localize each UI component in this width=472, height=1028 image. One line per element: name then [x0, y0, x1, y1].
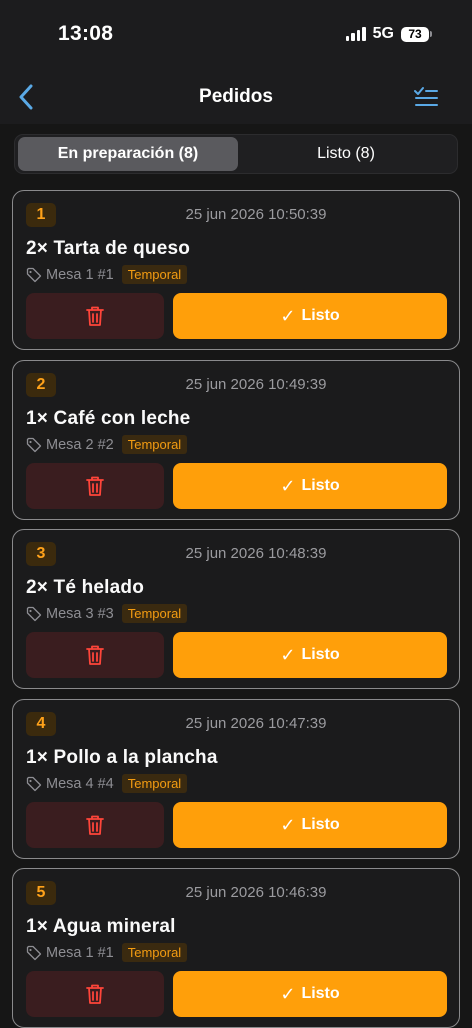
order-table: Mesa 2 #2: [46, 436, 114, 453]
order-card: 4 25 jun 2026 10:47:39 1× Pollo a la pla…: [12, 699, 460, 859]
checkmark-icon: ✓: [280, 475, 296, 496]
tag-icon: [26, 945, 42, 960]
status-bar: 13:08 5G 73: [0, 0, 472, 70]
mark-ready-button[interactable]: ✓ Listo: [173, 971, 447, 1017]
order-item: 2× Tarta de queso: [26, 238, 191, 259]
checklist-button[interactable]: [412, 83, 440, 111]
ready-button-label: Listo: [301, 646, 340, 663]
order-timestamp: 25 jun 2026 10:49:39: [185, 376, 327, 393]
order-card: 1 25 jun 2026 10:50:39 2× Tarta de queso…: [12, 190, 460, 350]
trash-icon: [86, 645, 104, 665]
checkmark-icon: ✓: [280, 983, 296, 1004]
order-meta: Mesa 1 #1 Temporal: [26, 943, 188, 962]
temporal-badge: Temporal: [121, 265, 188, 284]
order-card: 2 25 jun 2026 10:49:39 1× Café con leche…: [12, 360, 460, 520]
order-timestamp: 25 jun 2026 10:46:39: [185, 884, 327, 901]
network-type: 5G: [372, 25, 394, 42]
order-table: Mesa 3 #3: [46, 605, 114, 622]
mark-ready-button[interactable]: ✓ Listo: [173, 632, 447, 678]
checkmark-icon: ✓: [280, 305, 296, 326]
tag-icon: [26, 606, 42, 621]
checklist-icon: [414, 87, 438, 106]
delete-order-button[interactable]: [26, 463, 164, 509]
battery-icon: 73: [401, 26, 432, 42]
status-time: 13:08: [58, 22, 114, 45]
order-meta: Mesa 3 #3 Temporal: [26, 604, 188, 623]
checkmark-icon: ✓: [280, 814, 296, 835]
temporal-badge: Temporal: [121, 435, 188, 454]
order-item: 1× Agua mineral: [26, 916, 176, 937]
navigation-bar: Pedidos: [0, 70, 472, 124]
mark-ready-button[interactable]: ✓ Listo: [173, 802, 447, 848]
delete-order-button[interactable]: [26, 802, 164, 848]
trash-icon: [86, 476, 104, 496]
trash-icon: [86, 984, 104, 1004]
order-table: Mesa 4 #4: [46, 775, 114, 792]
trash-icon: [86, 815, 104, 835]
order-item: 1× Café con leche: [26, 408, 191, 429]
ready-button-label: Listo: [301, 985, 340, 1002]
temporal-badge: Temporal: [121, 774, 188, 793]
order-card: 3 25 jun 2026 10:48:39 2× Té helado Mesa…: [12, 529, 460, 689]
tab-en-preparacion[interactable]: En preparación (8): [18, 137, 238, 171]
order-item: 2× Té helado: [26, 577, 145, 598]
temporal-badge: Temporal: [121, 604, 188, 623]
order-table: Mesa 1 #1: [46, 266, 114, 283]
order-table: Mesa 1 #1: [46, 944, 114, 961]
status-indicators: 5G 73: [345, 25, 432, 43]
delete-order-button[interactable]: [26, 293, 164, 339]
ready-button-label: Listo: [301, 477, 340, 494]
status-segmented-control: En preparación (8) Listo (8): [14, 134, 458, 174]
order-meta: Mesa 2 #2 Temporal: [26, 435, 188, 454]
delete-order-button[interactable]: [26, 971, 164, 1017]
order-timestamp: 25 jun 2026 10:50:39: [185, 206, 327, 223]
order-timestamp: 25 jun 2026 10:48:39: [185, 545, 327, 562]
signal-icon: [345, 27, 366, 41]
ready-button-label: Listo: [301, 816, 340, 833]
mark-ready-button[interactable]: ✓ Listo: [173, 463, 447, 509]
battery-level: 73: [401, 26, 429, 42]
checkmark-icon: ✓: [280, 644, 296, 665]
tag-icon: [26, 776, 42, 791]
ready-button-label: Listo: [301, 307, 340, 324]
trash-icon: [86, 306, 104, 326]
tab-listo[interactable]: Listo (8): [238, 137, 454, 171]
order-card: 5 25 jun 2026 10:46:39 1× Agua mineral M…: [12, 868, 460, 1028]
delete-order-button[interactable]: [26, 632, 164, 678]
mark-ready-button[interactable]: ✓ Listo: [173, 293, 447, 339]
tag-icon: [26, 437, 42, 452]
order-meta: Mesa 1 #1 Temporal: [26, 265, 188, 284]
order-timestamp: 25 jun 2026 10:47:39: [185, 715, 327, 732]
tag-icon: [26, 267, 42, 282]
page-title: Pedidos: [199, 86, 273, 107]
order-item: 1× Pollo a la plancha: [26, 747, 218, 768]
order-meta: Mesa 4 #4 Temporal: [26, 774, 188, 793]
temporal-badge: Temporal: [121, 943, 188, 962]
